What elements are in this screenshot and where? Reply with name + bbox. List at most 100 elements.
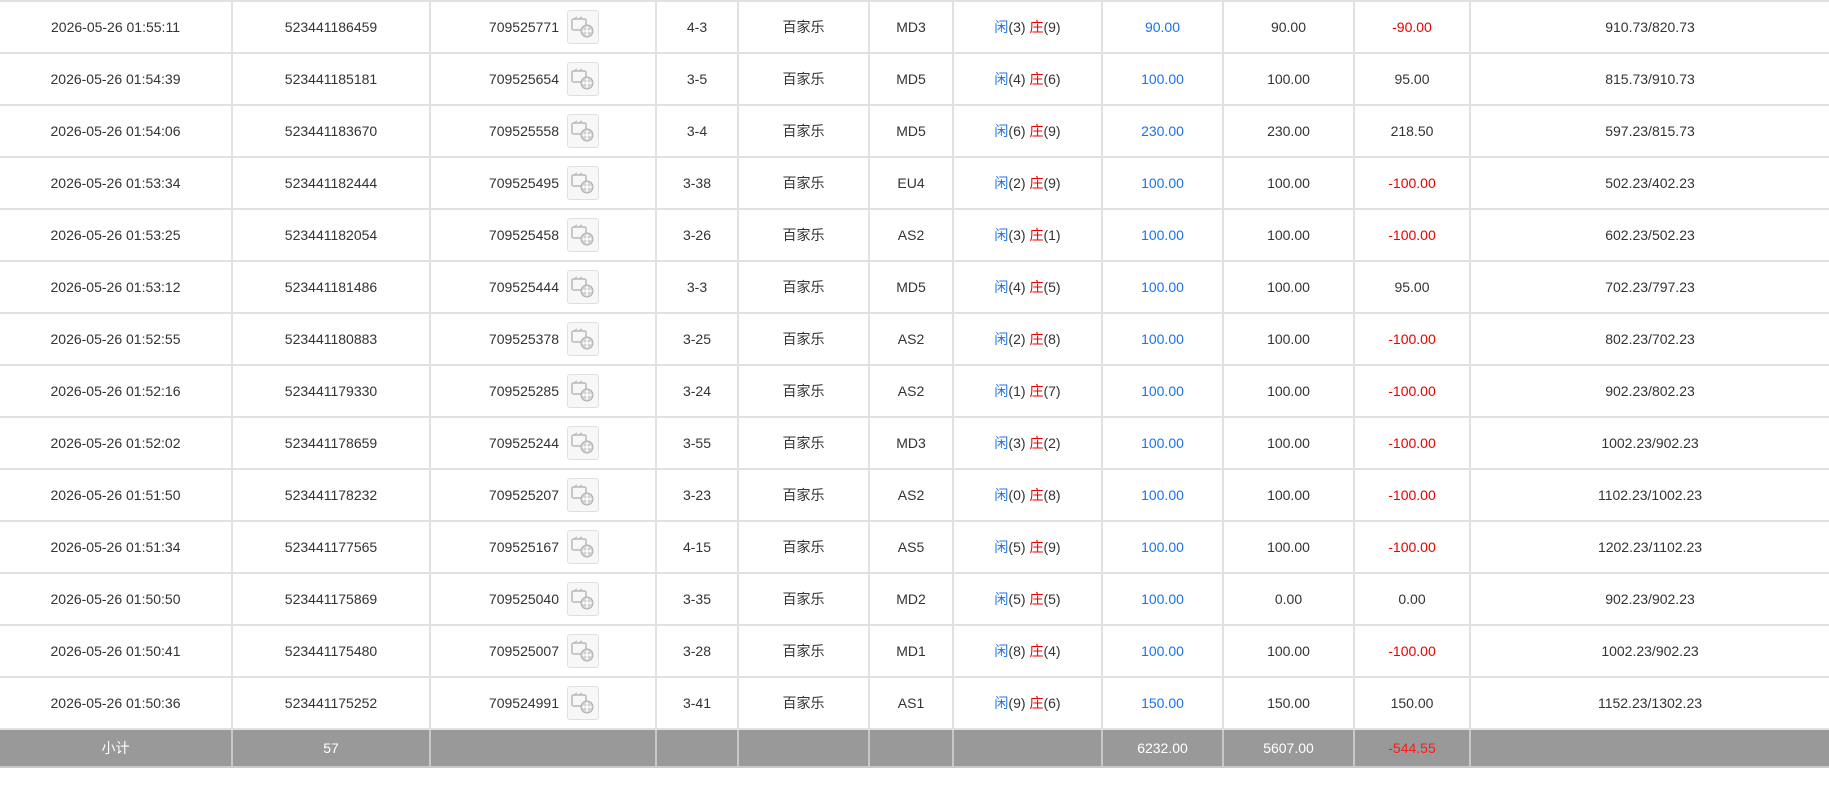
bet-amount: 100.00 [1101, 624, 1224, 678]
replay-button[interactable] [567, 218, 599, 252]
player-label: 闲 [994, 331, 1009, 347]
room-code: MD2 [868, 572, 954, 626]
table-row: 2026-05-26 01:53:25 523441182054 7095254… [0, 208, 1829, 262]
banker-label: 庄 [1029, 71, 1044, 87]
win-loss: -100.00 [1353, 624, 1471, 678]
replay-button[interactable] [567, 478, 599, 512]
table-row: 2026-05-26 01:52:02 523441178659 7095252… [0, 416, 1829, 470]
room-code: MD3 [868, 416, 954, 470]
game-number: 709525207 [488, 487, 559, 503]
banker-score: (4) [1043, 643, 1061, 659]
banker-label: 庄 [1029, 19, 1044, 35]
subtotal-bet: 6232.00 [1101, 729, 1224, 768]
game-result: 闲(8) 庄(4) [952, 624, 1103, 678]
order-number: 523441178232 [231, 468, 431, 522]
balance-before-after: 502.23/402.23 [1469, 156, 1829, 210]
win-loss: 218.50 [1353, 104, 1471, 158]
banker-label: 庄 [1029, 643, 1044, 659]
bet-amount: 150.00 [1101, 676, 1224, 730]
balance-before-after: 902.23/902.23 [1469, 572, 1829, 626]
room-code: AS5 [868, 520, 954, 574]
table-number: 4-15 [655, 520, 739, 574]
balance-before-after: 802.23/702.23 [1469, 312, 1829, 366]
banker-score: (9) [1043, 19, 1061, 35]
replay-button[interactable] [567, 686, 599, 720]
order-number: 523441175252 [231, 676, 431, 730]
bet-amount: 100.00 [1101, 156, 1224, 210]
banker-score: (2) [1043, 435, 1061, 451]
table-number: 3-5 [655, 52, 739, 106]
player-score: (8) [1008, 643, 1026, 659]
player-score: (5) [1008, 591, 1026, 607]
game-type: 百家乐 [737, 364, 870, 418]
game-number-cell: 709525558 [429, 104, 657, 158]
replay-button[interactable] [567, 10, 599, 44]
room-code: AS2 [868, 468, 954, 522]
balance-before-after: 910.73/820.73 [1469, 0, 1829, 54]
video-replay-icon [571, 536, 594, 558]
banker-label: 庄 [1029, 591, 1044, 607]
table-row: 2026-05-26 01:52:16 523441179330 7095252… [0, 364, 1829, 418]
game-number-cell: 709525444 [429, 260, 657, 314]
bet-amount: 100.00 [1101, 520, 1224, 574]
replay-button[interactable] [567, 114, 599, 148]
game-number: 709525285 [488, 383, 559, 399]
balance-before-after: 902.23/802.23 [1469, 364, 1829, 418]
room-code: MD5 [868, 104, 954, 158]
player-label: 闲 [994, 383, 1009, 399]
bet-amount: 100.00 [1101, 208, 1224, 262]
replay-button[interactable] [567, 426, 599, 460]
banker-label: 庄 [1029, 227, 1044, 243]
win-loss: -100.00 [1353, 364, 1471, 418]
banker-label: 庄 [1029, 539, 1044, 555]
win-loss: 95.00 [1353, 260, 1471, 314]
order-number: 523441179330 [231, 364, 431, 418]
bet-amount: 90.00 [1101, 0, 1224, 54]
game-number-cell: 709525040 [429, 572, 657, 626]
game-number-cell: 709525654 [429, 52, 657, 106]
win-loss: -100.00 [1353, 208, 1471, 262]
order-number: 523441177565 [231, 520, 431, 574]
subtotal-valid: 5607.00 [1222, 729, 1355, 768]
video-replay-icon [571, 328, 594, 350]
table-number: 3-4 [655, 104, 739, 158]
banker-score: (9) [1043, 123, 1061, 139]
bet-records-table: 2026-05-26 01:55:11 523441186459 7095257… [0, 0, 1829, 768]
banker-score: (9) [1043, 175, 1061, 191]
bet-time: 2026-05-26 01:50:36 [0, 676, 233, 730]
table-number: 3-38 [655, 156, 739, 210]
replay-button[interactable] [567, 166, 599, 200]
player-label: 闲 [994, 487, 1009, 503]
video-replay-icon [571, 276, 594, 298]
valid-bet: 100.00 [1222, 624, 1355, 678]
bet-time: 2026-05-26 01:51:34 [0, 520, 233, 574]
video-replay-icon [571, 484, 594, 506]
replay-button[interactable] [567, 374, 599, 408]
replay-button[interactable] [567, 270, 599, 304]
table-number: 3-26 [655, 208, 739, 262]
replay-button[interactable] [567, 322, 599, 356]
bet-time: 2026-05-26 01:52:16 [0, 364, 233, 418]
table-row: 2026-05-26 01:55:11 523441186459 7095257… [0, 0, 1829, 54]
game-result: 闲(2) 庄(9) [952, 156, 1103, 210]
player-score: (5) [1008, 539, 1026, 555]
banker-score: (8) [1043, 331, 1061, 347]
player-label: 闲 [994, 227, 1009, 243]
game-number: 709525771 [488, 19, 559, 35]
game-result: 闲(2) 庄(8) [952, 312, 1103, 366]
game-result: 闲(1) 庄(7) [952, 364, 1103, 418]
replay-button[interactable] [567, 582, 599, 616]
replay-button[interactable] [567, 530, 599, 564]
table-number: 3-35 [655, 572, 739, 626]
replay-button[interactable] [567, 62, 599, 96]
win-loss: 0.00 [1353, 572, 1471, 626]
game-number: 709525040 [488, 591, 559, 607]
game-type: 百家乐 [737, 0, 870, 54]
video-replay-icon [571, 380, 594, 402]
game-result: 闲(5) 庄(9) [952, 520, 1103, 574]
bet-time: 2026-05-26 01:50:50 [0, 572, 233, 626]
game-type: 百家乐 [737, 520, 870, 574]
game-type: 百家乐 [737, 676, 870, 730]
room-code: MD5 [868, 52, 954, 106]
replay-button[interactable] [567, 634, 599, 668]
